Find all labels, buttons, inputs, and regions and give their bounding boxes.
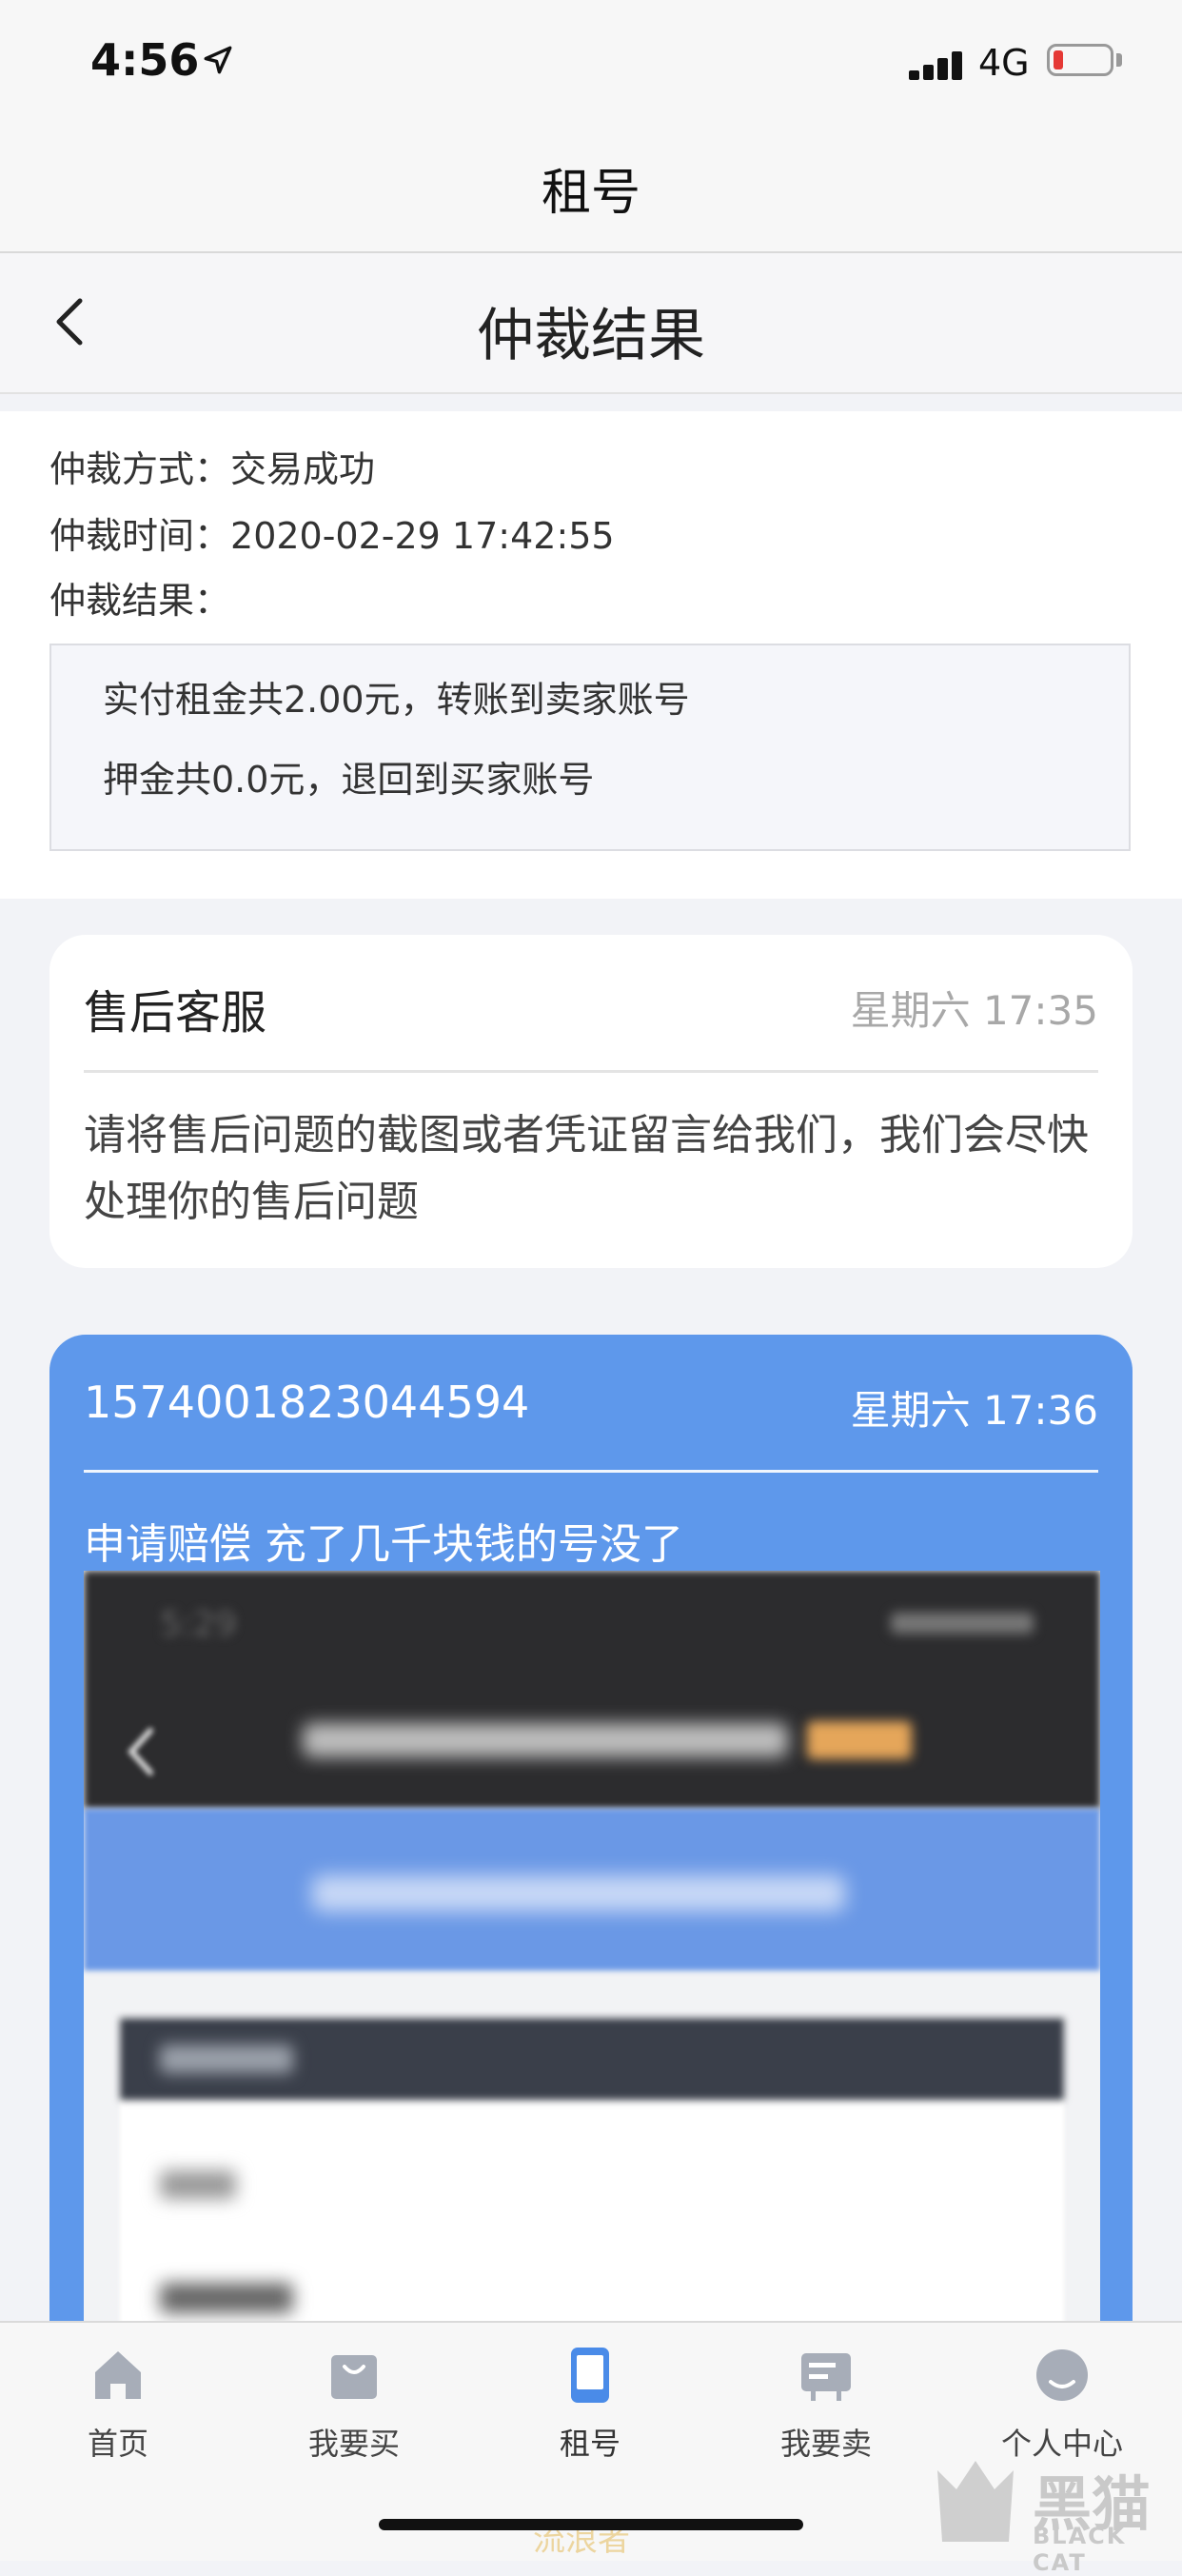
home-icon bbox=[95, 2351, 141, 2399]
tab-rent[interactable]: 租号 bbox=[495, 2346, 685, 2479]
watermark-brand-en: BLACK CAT bbox=[1033, 2523, 1127, 2576]
sender-id: 15740018230​44594 bbox=[84, 1377, 530, 1428]
sender-name: 售后客服 bbox=[84, 986, 267, 1040]
tab-label: 首页 bbox=[87, 2426, 148, 2462]
app-header: 租号 bbox=[0, 124, 1182, 253]
phone-icon bbox=[571, 2348, 609, 2403]
divider bbox=[84, 1470, 1098, 1473]
network-type: 4G bbox=[978, 42, 1030, 84]
tab-label: 我要买 bbox=[307, 2426, 400, 2462]
status-bar: 4:56 4G bbox=[0, 0, 1182, 124]
arbitration-result-label: 仲裁结果： bbox=[49, 580, 231, 622]
result-line-deposit: 押金共0.0元，退回到买家账号 bbox=[103, 759, 595, 801]
arbitration-method-label: 仲裁方式： bbox=[49, 448, 231, 490]
profile-icon bbox=[1036, 2349, 1088, 2401]
location-arrow-icon bbox=[204, 46, 232, 74]
attached-screenshot-image[interactable]: 5:29 bbox=[84, 1571, 1100, 2325]
message-text: 请将售后问题的截图或者凭证留言给我们，我们会尽快处理你的售后问题 bbox=[84, 1111, 1089, 1226]
black-cat-logo-icon bbox=[937, 2461, 1014, 2542]
message-time: 星期六 17:36 bbox=[850, 1387, 1098, 1434]
message-text: 申请赔偿 充了几千块钱的号没了 bbox=[84, 1520, 683, 1569]
home-indicator bbox=[379, 2519, 803, 2530]
tab-label: 我要卖 bbox=[779, 2426, 872, 2462]
battery-icon bbox=[1047, 44, 1113, 76]
tab-home[interactable]: 首页 bbox=[23, 2346, 213, 2479]
sell-sign-icon bbox=[801, 2353, 851, 2401]
result-line-rent: 实付租金共2.00元，转账到卖家账号 bbox=[103, 679, 690, 721]
arbitration-method-value: 交易成功 bbox=[230, 448, 376, 490]
blurred-back-icon bbox=[127, 1728, 153, 1775]
tab-sell[interactable]: 我要卖 bbox=[731, 2346, 921, 2479]
arbitration-time-value: 2020-02-29 17:42:55 bbox=[230, 515, 615, 557]
tab-label: 租号 bbox=[559, 2426, 621, 2462]
customer-service-message: 售后客服 星期六 17:35 请将售后问题的截图或者凭证留言给我们，我们会尽快处… bbox=[49, 935, 1133, 1268]
arbitration-panel: 仲裁方式：交易成功 仲裁时间：2020-02-29 17:42:55 仲裁结果：… bbox=[0, 411, 1182, 899]
arbitration-method-row: 仲裁方式：交易成功 bbox=[49, 440, 375, 492]
message-time: 星期六 17:35 bbox=[850, 987, 1098, 1034]
tab-buy[interactable]: 我要买 bbox=[259, 2346, 449, 2479]
status-time: 4:56 bbox=[90, 34, 200, 86]
arbitration-time-label: 仲裁时间： bbox=[49, 515, 231, 557]
divider bbox=[84, 1070, 1098, 1073]
app-title: 租号 bbox=[541, 165, 640, 222]
page-title: 仲裁结果 bbox=[477, 303, 705, 369]
arbitration-result-box: 实付租金共2.00元，转账到卖家账号 押金共0.0元，退回到买家账号 bbox=[49, 644, 1131, 851]
signal-strength-icon bbox=[909, 50, 964, 80]
page-nav-bar: 仲裁结果 bbox=[0, 253, 1182, 394]
arbitration-time-row: 仲裁时间：2020-02-29 17:42:55 bbox=[49, 506, 615, 559]
shopping-bag-icon bbox=[331, 2355, 377, 2399]
user-message: 15740018230​44594 星期六 17:36 申请赔偿 充了几千块钱的… bbox=[49, 1335, 1133, 2325]
